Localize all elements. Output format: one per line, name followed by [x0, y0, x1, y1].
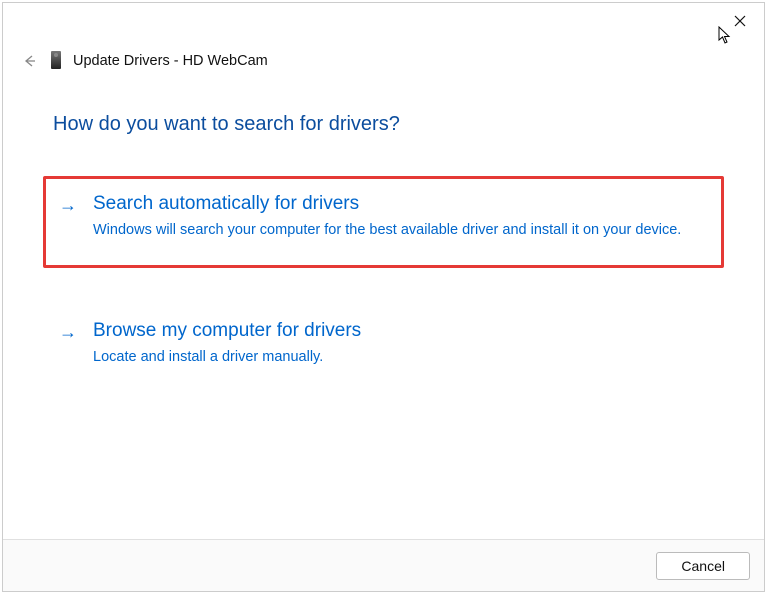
back-button[interactable] [21, 53, 37, 69]
webcam-device-icon [49, 51, 63, 71]
option-body: Search automatically for drivers Windows… [93, 193, 704, 241]
back-arrow-icon [22, 54, 36, 68]
close-icon [734, 15, 746, 27]
dialog-title: Update Drivers - HD WebCam [73, 53, 268, 69]
option-search-automatically[interactable]: → Search automatically for drivers Windo… [43, 176, 724, 268]
close-button[interactable] [730, 11, 750, 31]
content-area: How do you want to search for drivers? →… [3, 73, 764, 539]
arrow-right-icon: → [59, 195, 81, 241]
page-heading: How do you want to search for drivers? [53, 113, 714, 136]
titlebar [3, 3, 764, 39]
option-body: Browse my computer for drivers Locate an… [93, 320, 704, 368]
option-description: Windows will search your computer for th… [93, 221, 704, 241]
option-title: Search automatically for drivers [93, 193, 704, 215]
spacer [53, 268, 714, 306]
cancel-button[interactable]: Cancel [656, 552, 750, 580]
arrow-right-icon: → [59, 322, 81, 368]
update-drivers-dialog: Update Drivers - HD WebCam How do you wa… [2, 2, 765, 592]
footer: Cancel [3, 539, 764, 591]
option-description: Locate and install a driver manually. [93, 348, 704, 368]
option-browse-computer[interactable]: → Browse my computer for drivers Locate … [53, 306, 714, 382]
header: Update Drivers - HD WebCam [3, 39, 764, 73]
option-title: Browse my computer for drivers [93, 320, 704, 342]
